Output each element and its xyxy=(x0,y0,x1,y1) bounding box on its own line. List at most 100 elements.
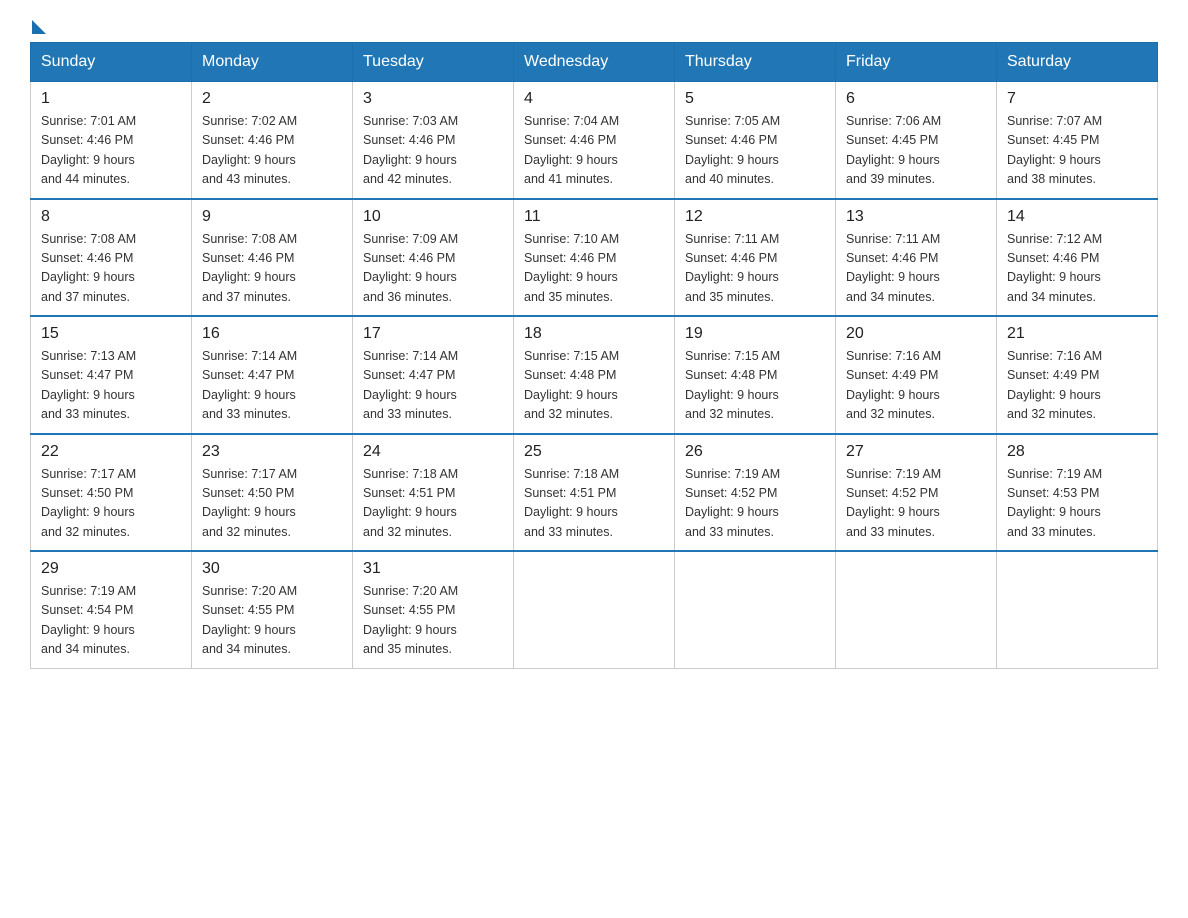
day-info: Sunrise: 7:08 AMSunset: 4:46 PMDaylight:… xyxy=(202,230,342,308)
day-number: 4 xyxy=(524,90,664,108)
day-info: Sunrise: 7:20 AMSunset: 4:55 PMDaylight:… xyxy=(202,582,342,660)
day-number: 8 xyxy=(41,208,181,226)
logo xyxy=(30,20,46,32)
calendar-week-row: 22 Sunrise: 7:17 AMSunset: 4:50 PMDayligh… xyxy=(31,434,1158,552)
day-info: Sunrise: 7:16 AMSunset: 4:49 PMDaylight:… xyxy=(846,347,986,425)
calendar-cell xyxy=(836,551,997,668)
calendar-week-row: 15 Sunrise: 7:13 AMSunset: 4:47 PMDayligh… xyxy=(31,316,1158,434)
day-info: Sunrise: 7:11 AMSunset: 4:46 PMDaylight:… xyxy=(846,230,986,308)
page-header xyxy=(30,20,1158,32)
day-info: Sunrise: 7:06 AMSunset: 4:45 PMDaylight:… xyxy=(846,112,986,190)
day-info: Sunrise: 7:19 AMSunset: 4:52 PMDaylight:… xyxy=(846,465,986,543)
day-number: 26 xyxy=(685,443,825,461)
day-number: 24 xyxy=(363,443,503,461)
day-number: 19 xyxy=(685,325,825,343)
column-header-sunday: Sunday xyxy=(31,43,192,82)
day-info: Sunrise: 7:11 AMSunset: 4:46 PMDaylight:… xyxy=(685,230,825,308)
day-number: 18 xyxy=(524,325,664,343)
day-number: 31 xyxy=(363,560,503,578)
day-info: Sunrise: 7:10 AMSunset: 4:46 PMDaylight:… xyxy=(524,230,664,308)
day-number: 25 xyxy=(524,443,664,461)
day-number: 16 xyxy=(202,325,342,343)
calendar-cell: 4 Sunrise: 7:04 AMSunset: 4:46 PMDaylight… xyxy=(514,82,675,199)
column-header-monday: Monday xyxy=(192,43,353,82)
day-number: 30 xyxy=(202,560,342,578)
day-number: 15 xyxy=(41,325,181,343)
calendar-cell: 16 Sunrise: 7:14 AMSunset: 4:47 PMDayligh… xyxy=(192,316,353,434)
day-info: Sunrise: 7:12 AMSunset: 4:46 PMDaylight:… xyxy=(1007,230,1147,308)
calendar-cell: 12 Sunrise: 7:11 AMSunset: 4:46 PMDayligh… xyxy=(675,199,836,317)
day-number: 14 xyxy=(1007,208,1147,226)
day-info: Sunrise: 7:17 AMSunset: 4:50 PMDaylight:… xyxy=(41,465,181,543)
day-info: Sunrise: 7:13 AMSunset: 4:47 PMDaylight:… xyxy=(41,347,181,425)
day-info: Sunrise: 7:08 AMSunset: 4:46 PMDaylight:… xyxy=(41,230,181,308)
calendar-cell: 28 Sunrise: 7:19 AMSunset: 4:53 PMDayligh… xyxy=(997,434,1158,552)
day-number: 12 xyxy=(685,208,825,226)
calendar-cell: 9 Sunrise: 7:08 AMSunset: 4:46 PMDaylight… xyxy=(192,199,353,317)
calendar-cell xyxy=(514,551,675,668)
column-header-tuesday: Tuesday xyxy=(353,43,514,82)
column-header-saturday: Saturday xyxy=(997,43,1158,82)
calendar-cell: 20 Sunrise: 7:16 AMSunset: 4:49 PMDayligh… xyxy=(836,316,997,434)
day-number: 29 xyxy=(41,560,181,578)
calendar-cell: 26 Sunrise: 7:19 AMSunset: 4:52 PMDayligh… xyxy=(675,434,836,552)
calendar-cell xyxy=(675,551,836,668)
day-number: 17 xyxy=(363,325,503,343)
day-info: Sunrise: 7:07 AMSunset: 4:45 PMDaylight:… xyxy=(1007,112,1147,190)
column-header-thursday: Thursday xyxy=(675,43,836,82)
calendar-cell: 25 Sunrise: 7:18 AMSunset: 4:51 PMDayligh… xyxy=(514,434,675,552)
calendar-week-row: 29 Sunrise: 7:19 AMSunset: 4:54 PMDayligh… xyxy=(31,551,1158,668)
day-number: 3 xyxy=(363,90,503,108)
calendar-cell: 31 Sunrise: 7:20 AMSunset: 4:55 PMDayligh… xyxy=(353,551,514,668)
day-number: 7 xyxy=(1007,90,1147,108)
calendar-cell: 27Sunrise: 7:19 AMSunset: 4:52 PMDayligh… xyxy=(836,434,997,552)
calendar-cell: 22 Sunrise: 7:17 AMSunset: 4:50 PMDayligh… xyxy=(31,434,192,552)
day-number: 28 xyxy=(1007,443,1147,461)
calendar-cell: 21Sunrise: 7:16 AMSunset: 4:49 PMDayligh… xyxy=(997,316,1158,434)
calendar-cell: 6 Sunrise: 7:06 AMSunset: 4:45 PMDaylight… xyxy=(836,82,997,199)
day-number: 23 xyxy=(202,443,342,461)
logo-triangle-icon xyxy=(32,20,46,34)
day-number: 9 xyxy=(202,208,342,226)
calendar-cell: 11 Sunrise: 7:10 AMSunset: 4:46 PMDayligh… xyxy=(514,199,675,317)
calendar-header-row: SundayMondayTuesdayWednesdayThursdayFrid… xyxy=(31,43,1158,82)
calendar-cell: 3Sunrise: 7:03 AMSunset: 4:46 PMDaylight… xyxy=(353,82,514,199)
day-info: Sunrise: 7:19 AMSunset: 4:52 PMDaylight:… xyxy=(685,465,825,543)
day-number: 11 xyxy=(524,208,664,226)
day-info: Sunrise: 7:01 AMSunset: 4:46 PMDaylight:… xyxy=(41,112,181,190)
calendar-cell: 7 Sunrise: 7:07 AMSunset: 4:45 PMDaylight… xyxy=(997,82,1158,199)
calendar-cell: 17 Sunrise: 7:14 AMSunset: 4:47 PMDayligh… xyxy=(353,316,514,434)
calendar-table: SundayMondayTuesdayWednesdayThursdayFrid… xyxy=(30,42,1158,669)
day-info: Sunrise: 7:05 AMSunset: 4:46 PMDaylight:… xyxy=(685,112,825,190)
day-info: Sunrise: 7:20 AMSunset: 4:55 PMDaylight:… xyxy=(363,582,503,660)
column-header-wednesday: Wednesday xyxy=(514,43,675,82)
day-info: Sunrise: 7:14 AMSunset: 4:47 PMDaylight:… xyxy=(363,347,503,425)
calendar-cell: 18 Sunrise: 7:15 AMSunset: 4:48 PMDayligh… xyxy=(514,316,675,434)
column-header-friday: Friday xyxy=(836,43,997,82)
day-info: Sunrise: 7:19 AMSunset: 4:53 PMDaylight:… xyxy=(1007,465,1147,543)
calendar-cell: 24Sunrise: 7:18 AMSunset: 4:51 PMDayligh… xyxy=(353,434,514,552)
calendar-cell: 1 Sunrise: 7:01 AMSunset: 4:46 PMDaylight… xyxy=(31,82,192,199)
day-number: 1 xyxy=(41,90,181,108)
day-number: 21 xyxy=(1007,325,1147,343)
day-number: 22 xyxy=(41,443,181,461)
day-number: 6 xyxy=(846,90,986,108)
day-info: Sunrise: 7:18 AMSunset: 4:51 PMDaylight:… xyxy=(524,465,664,543)
calendar-cell: 23 Sunrise: 7:17 AMSunset: 4:50 PMDayligh… xyxy=(192,434,353,552)
calendar-cell: 8 Sunrise: 7:08 AMSunset: 4:46 PMDaylight… xyxy=(31,199,192,317)
calendar-cell: 19 Sunrise: 7:15 AMSunset: 4:48 PMDayligh… xyxy=(675,316,836,434)
calendar-cell: 2 Sunrise: 7:02 AMSunset: 4:46 PMDaylight… xyxy=(192,82,353,199)
calendar-cell: 14 Sunrise: 7:12 AMSunset: 4:46 PMDayligh… xyxy=(997,199,1158,317)
day-info: Sunrise: 7:04 AMSunset: 4:46 PMDaylight:… xyxy=(524,112,664,190)
day-info: Sunrise: 7:15 AMSunset: 4:48 PMDaylight:… xyxy=(685,347,825,425)
calendar-cell: 10Sunrise: 7:09 AMSunset: 4:46 PMDayligh… xyxy=(353,199,514,317)
day-info: Sunrise: 7:02 AMSunset: 4:46 PMDaylight:… xyxy=(202,112,342,190)
calendar-cell: 30 Sunrise: 7:20 AMSunset: 4:55 PMDayligh… xyxy=(192,551,353,668)
day-number: 2 xyxy=(202,90,342,108)
day-info: Sunrise: 7:19 AMSunset: 4:54 PMDaylight:… xyxy=(41,582,181,660)
day-number: 20 xyxy=(846,325,986,343)
day-info: Sunrise: 7:14 AMSunset: 4:47 PMDaylight:… xyxy=(202,347,342,425)
calendar-cell: 15 Sunrise: 7:13 AMSunset: 4:47 PMDayligh… xyxy=(31,316,192,434)
day-info: Sunrise: 7:15 AMSunset: 4:48 PMDaylight:… xyxy=(524,347,664,425)
day-info: Sunrise: 7:17 AMSunset: 4:50 PMDaylight:… xyxy=(202,465,342,543)
